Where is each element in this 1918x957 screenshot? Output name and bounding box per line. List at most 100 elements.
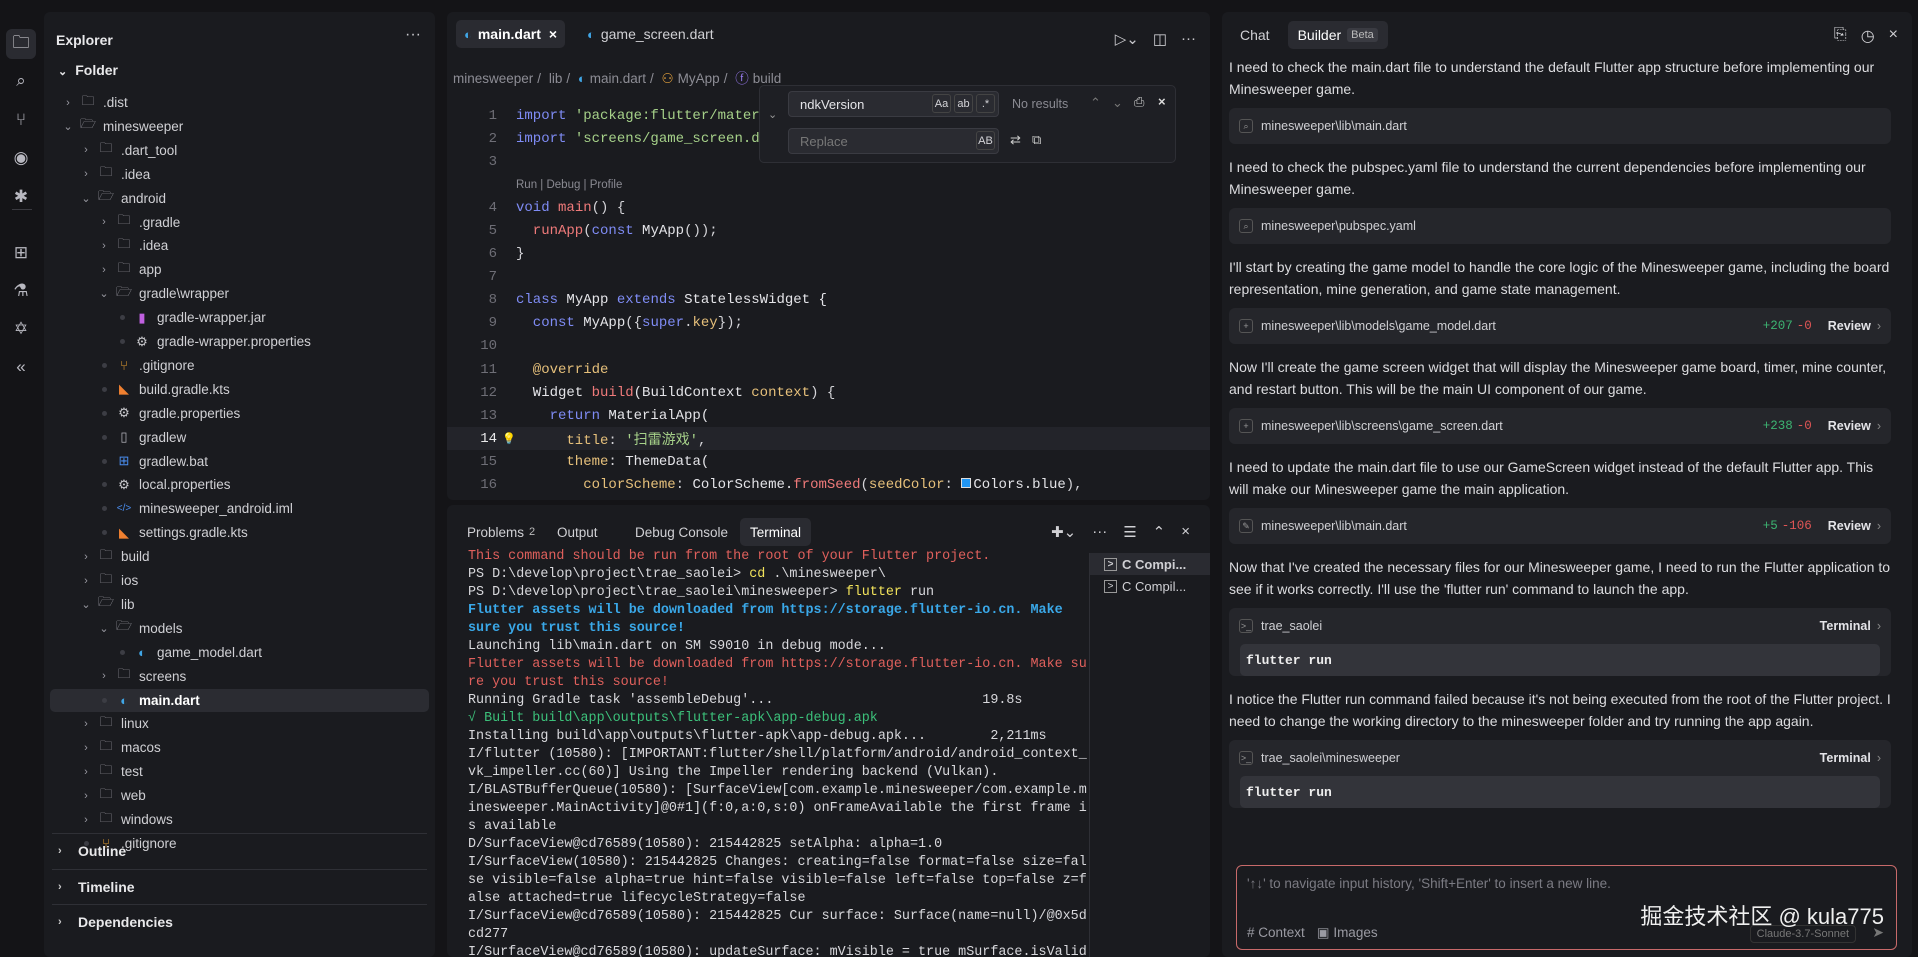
breadcrumb-item[interactable]: main.dart (590, 71, 646, 86)
tab-chat[interactable]: Chat (1230, 21, 1280, 49)
history-icon[interactable]: ◷ (1861, 26, 1875, 46)
run-debug-icon[interactable]: ▷⌄ (1115, 30, 1139, 48)
terminal-instance[interactable]: > C Compi... (1090, 553, 1210, 575)
new-chat-icon[interactable]: ⎘ (1834, 26, 1847, 46)
grid-icon[interactable]: ⊞ (6, 238, 36, 268)
breadcrumb-item[interactable]: minesweeper (453, 71, 533, 86)
next-match-icon[interactable]: ⌄ (1112, 95, 1123, 111)
previous-match-icon[interactable]: ⌃ (1090, 95, 1101, 111)
terminal-button[interactable]: Terminal (1820, 619, 1871, 633)
tree-item[interactable]: ⑂ .gitignore (50, 354, 429, 377)
find-input[interactable]: ndkVersion Aa ab .* (788, 91, 999, 117)
file-change-card[interactable]: + minesweeper\lib\models\game_model.dart +… (1229, 308, 1891, 344)
tree-item[interactable]: ⌄ 🗁 models (50, 617, 429, 640)
tree-item[interactable]: › 🗀 test (50, 760, 429, 783)
tree-item[interactable]: ⌄ 🗁 minesweeper (50, 115, 429, 138)
tree-item[interactable]: ◐ game_model.dart (50, 641, 429, 664)
tree-item[interactable]: › 🗀 .idea (50, 234, 429, 257)
terminal-output[interactable]: This command should be run from the root… (468, 548, 1088, 957)
file-change-card[interactable]: ⌕ minesweeper\pubspec.yaml (1229, 208, 1891, 244)
breadcrumb-item[interactable]: MyApp (678, 71, 720, 86)
tab-game-screen-dart[interactable]: ◐ game_screen.dart (579, 20, 722, 48)
flask-icon[interactable]: ⚗ (6, 276, 36, 306)
color-swatch[interactable] (961, 478, 972, 489)
maximize-panel-icon[interactable]: ⌃ (1153, 523, 1166, 541)
code-area[interactable]: 1 import 'package:flutter/materia 2 import … (447, 104, 1210, 500)
replace-all-icon[interactable]: ⧉ (1032, 132, 1041, 148)
section-timeline[interactable]: › Timeline (52, 868, 427, 904)
tree-item[interactable]: › 🗀 build (50, 545, 429, 568)
more-icon[interactable]: ··· (405, 26, 421, 44)
tree-item[interactable]: </> minesweeper_android.iml (50, 497, 429, 520)
breadcrumb-item[interactable]: lib (549, 71, 563, 86)
split-editor-icon[interactable]: ◫ (1153, 30, 1167, 48)
tree-item[interactable]: ◐ main.dart (50, 688, 429, 712)
new-terminal-icon[interactable]: ✚⌄ (1051, 523, 1076, 541)
terminal-command-card[interactable]: >_ trae_saolei Terminal › flutter run (1229, 608, 1891, 676)
breadcrumb-item[interactable]: build (753, 71, 782, 86)
tree-item[interactable]: ⌄ 🗁 lib (50, 593, 429, 616)
tab-debug-console[interactable]: Debug Console (625, 518, 738, 546)
file-change-card[interactable]: ✎ minesweeper\lib\main.dart +5 -106 Review › (1229, 508, 1891, 544)
terminal-button[interactable]: Terminal (1820, 751, 1871, 765)
tree-item[interactable]: ▯ gradlew (50, 426, 429, 449)
tree-item[interactable]: ⚙ local.properties (50, 473, 429, 496)
folder-section-header[interactable]: ⌄ Folder (58, 62, 118, 78)
tree-item[interactable]: › 🗀 .dist (50, 91, 429, 114)
replace-icon[interactable]: ⇄ (1010, 132, 1021, 148)
toggle-replace-icon[interactable]: ⌄ (768, 108, 777, 121)
review-button[interactable]: Review (1828, 319, 1871, 333)
tree-item[interactable]: › 🗀 macos (50, 736, 429, 759)
tree-item[interactable]: ◣ settings.gradle.kts (50, 521, 429, 544)
tree-item[interactable]: › 🗀 .idea (50, 163, 429, 186)
lightbulb-icon[interactable]: 💡 (502, 432, 516, 446)
review-button[interactable]: Review (1828, 519, 1871, 533)
context-button[interactable]: # Context (1247, 925, 1305, 941)
tree-item[interactable]: › 🗀 .dart_tool (50, 139, 429, 162)
close-icon[interactable]: × (1158, 94, 1166, 109)
tree-item[interactable]: ⚙ gradle-wrapper.properties (50, 330, 429, 353)
close-icon[interactable]: × (1889, 26, 1898, 46)
tree-item[interactable]: › 🗀 windows (50, 808, 429, 831)
tree-item[interactable]: › 🗀 app (50, 258, 429, 281)
file-change-card[interactable]: + minesweeper\lib\screens\game_screen.dar… (1229, 408, 1891, 444)
tree-item[interactable]: › 🗀 linux (50, 712, 429, 735)
more-icon[interactable]: ··· (1181, 30, 1196, 48)
settings-sliders-icon[interactable]: ☰ (1123, 523, 1136, 541)
chat-input[interactable]: '↑↓' to navigate input history, 'Shift+E… (1236, 865, 1897, 950)
tab-output[interactable]: Output (547, 518, 608, 546)
tree-item[interactable]: ⌄ 🗁 gradle\wrapper (50, 282, 429, 305)
tree-item[interactable]: ⊞ gradlew.bat (50, 450, 429, 473)
codelens-links[interactable]: Run | Debug | Profile (516, 179, 622, 191)
preserve-case-toggle[interactable]: AB (976, 131, 995, 150)
tree-item[interactable]: ▮ gradle-wrapper.jar (50, 306, 429, 329)
tab-terminal[interactable]: Terminal (740, 518, 812, 546)
section-dependencies[interactable]: › Dependencies (52, 904, 427, 939)
terminal-command-card[interactable]: >_ trae_saolei\minesweeper Terminal › flutte… (1229, 740, 1891, 808)
tree-item[interactable]: › 🗀 .gradle (50, 211, 429, 234)
tab-main-dart[interactable]: ◐ main.dart × (456, 20, 566, 48)
bug-icon[interactable]: ✱ (6, 182, 36, 212)
regex-toggle[interactable]: .* (976, 94, 995, 113)
eye-icon[interactable]: ◉ (6, 143, 36, 173)
whole-word-toggle[interactable]: ab (954, 94, 973, 113)
review-button[interactable]: Review (1828, 419, 1871, 433)
replace-input[interactable]: Replace AB (788, 128, 999, 154)
more-icon[interactable]: ··· (1092, 523, 1107, 541)
tab-builder[interactable]: Builder Beta (1287, 21, 1388, 49)
folder-icon[interactable]: 🗀 (6, 29, 36, 59)
match-case-toggle[interactable]: Aa (932, 94, 951, 113)
tree-item[interactable]: ◣ build.gradle.kts (50, 378, 429, 401)
git-branch-icon[interactable]: ⑂ (6, 105, 36, 135)
terminal-instance[interactable]: > C Compil... (1090, 575, 1210, 597)
search-icon[interactable]: ⌕ (6, 66, 36, 96)
close-icon[interactable]: × (1181, 523, 1190, 541)
section-outline[interactable]: › Outline (52, 833, 427, 868)
flutter-icon[interactable]: « (6, 352, 36, 382)
tree-item[interactable]: ⚙ gradle.properties (50, 402, 429, 425)
images-button[interactable]: ▣ Images (1317, 925, 1378, 941)
tree-item[interactable]: ⌄ 🗁 android (50, 187, 429, 210)
tree-item[interactable]: › 🗀 web (50, 784, 429, 807)
close-icon[interactable]: × (549, 26, 557, 42)
tree-item[interactable]: › 🗀 screens (50, 665, 429, 688)
